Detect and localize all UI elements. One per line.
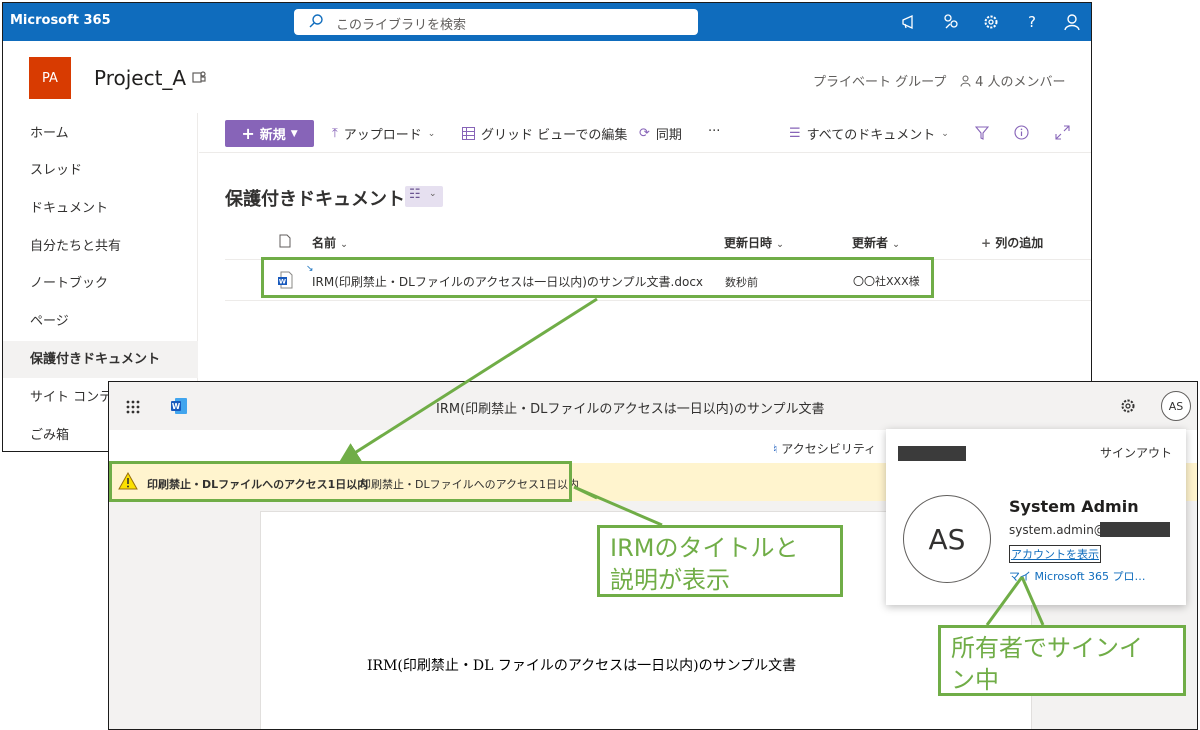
callout-irm: IRMのタイトルと 説明が表示 [597, 525, 843, 597]
callout-owner-line-1: 所有者でサインイ [951, 634, 1143, 662]
callout-owner: 所有者でサインイ ン中 [938, 625, 1186, 696]
arrow-row-to-word [338, 297, 598, 464]
pointer-irm-callout [573, 485, 663, 527]
annotation-arrows [338, 297, 1045, 626]
pointer-owner-callout [985, 576, 1045, 626]
callout-irm-line-1: IRMのタイトルと [610, 534, 799, 562]
callout-owner-line-2: ン中 [951, 666, 999, 694]
callout-irm-line-2: 説明が表示 [610, 566, 730, 594]
